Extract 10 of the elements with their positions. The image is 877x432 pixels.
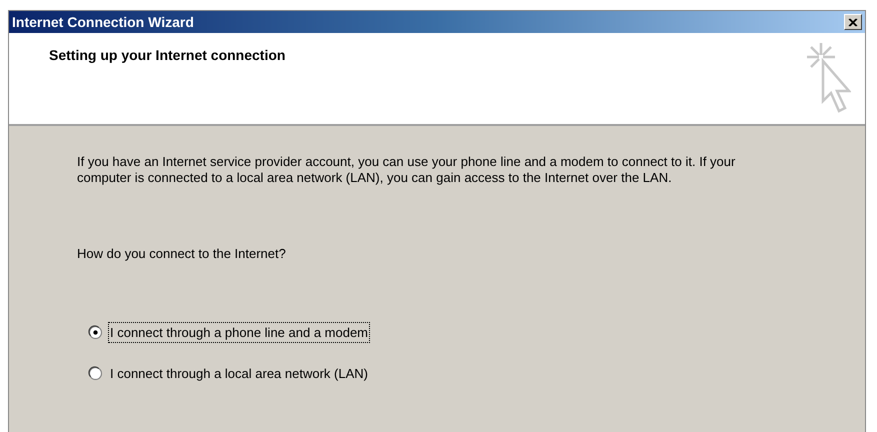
radio-button[interactable] <box>89 326 102 339</box>
page-title: Setting up your Internet connection <box>49 46 286 65</box>
radio-button[interactable] <box>89 367 102 380</box>
close-button[interactable] <box>844 14 862 30</box>
option-label[interactable]: I connect through a local area network (LAN) <box>108 363 370 384</box>
option-label[interactable]: I connect through a phone line and a modem <box>108 322 370 343</box>
window-title: Internet Connection Wizard <box>12 12 194 32</box>
intro-paragraph: If you have an Internet service provider account, you can use your phone line and a modem to connect to it. If your computer is connected to a local area network (LAN), you can gain access to the Internet over the LAN. <box>77 154 736 186</box>
close-icon <box>848 18 858 26</box>
question-label: How do you connect to the Internet? <box>77 245 287 263</box>
